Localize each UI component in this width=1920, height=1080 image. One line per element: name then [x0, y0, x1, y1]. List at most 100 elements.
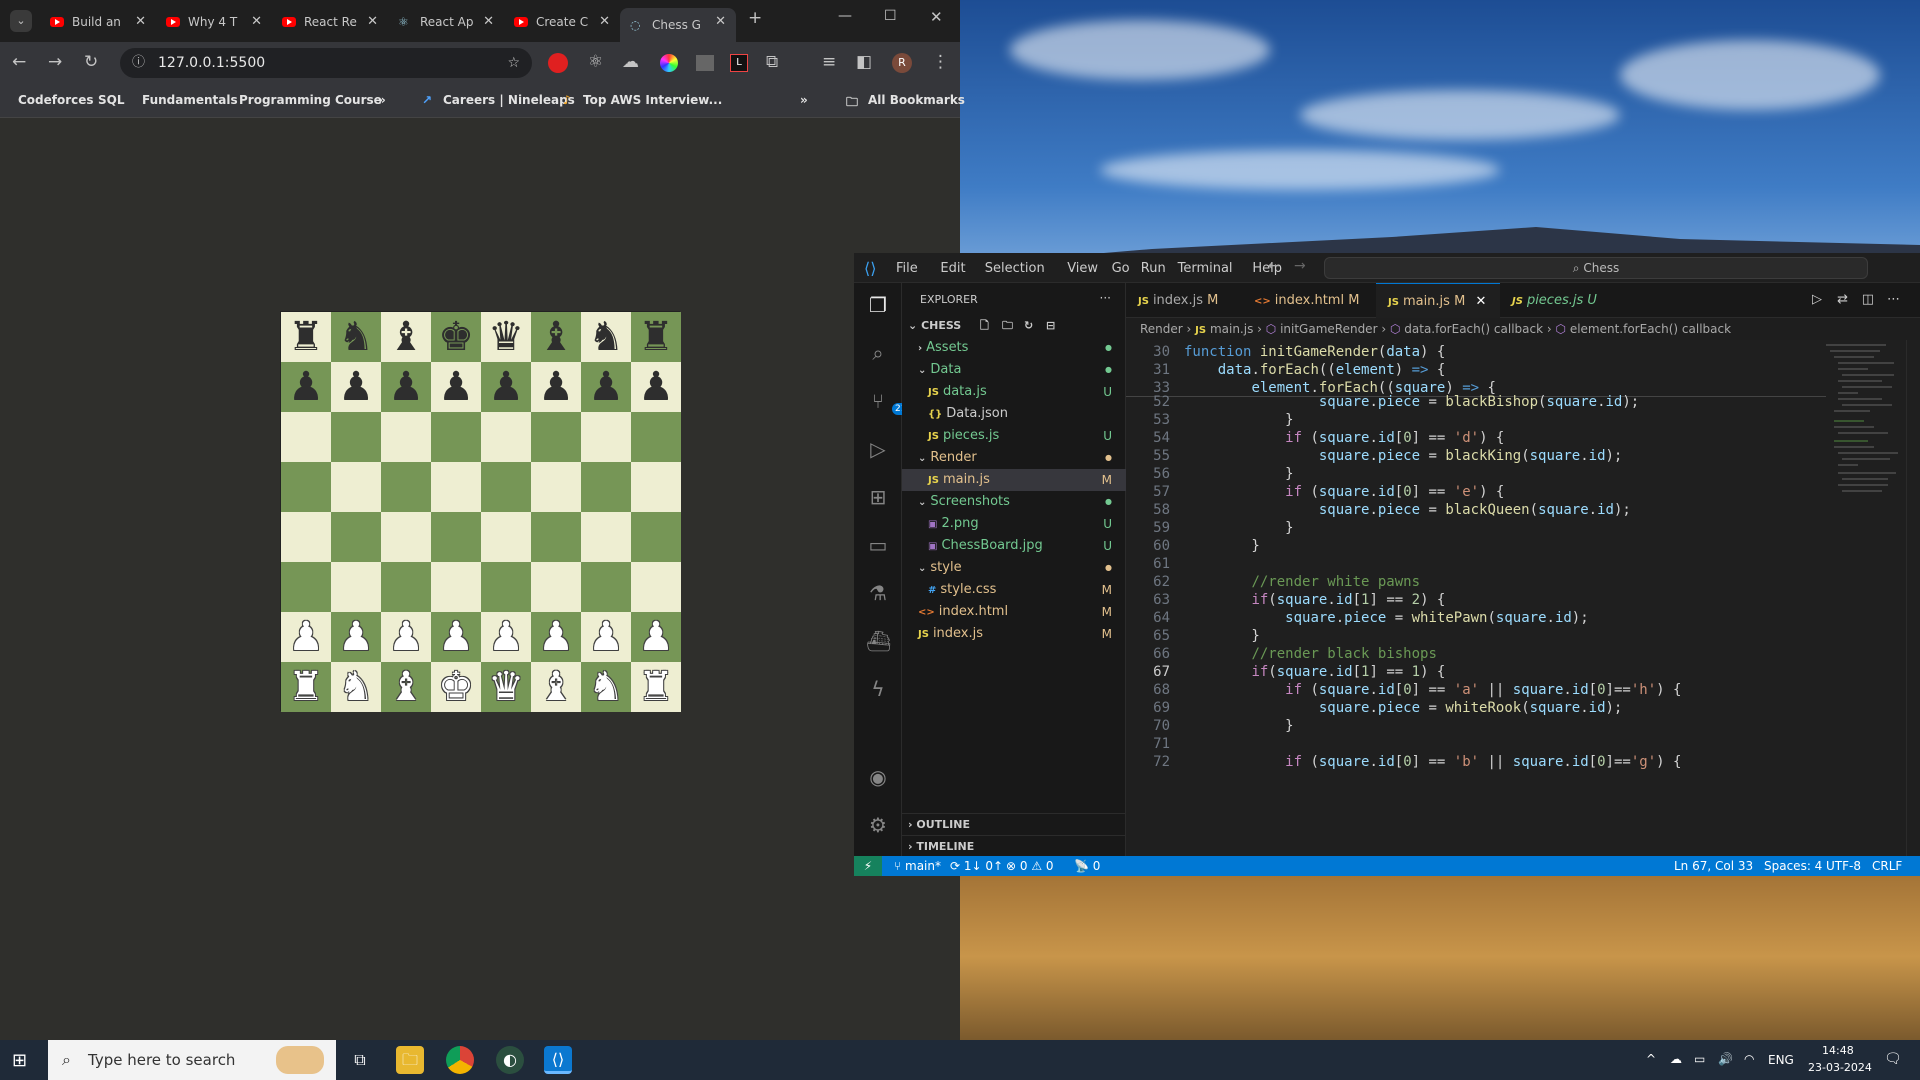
back-icon[interactable]: ← [12, 52, 26, 72]
code-line[interactable]: } [1184, 628, 1259, 644]
more-menu-icon[interactable]: ⋮ [932, 52, 949, 72]
board-square[interactable] [431, 562, 481, 612]
code-line[interactable]: if(square.id[1] == 2) { [1184, 592, 1445, 608]
extension-color-icon[interactable] [660, 54, 678, 72]
code-line[interactable]: square.piece = whitePawn(square.id); [1184, 610, 1589, 626]
code-line[interactable]: //render white pawns [1184, 574, 1420, 590]
board-square[interactable]: ♟ [431, 612, 481, 662]
menu-terminal[interactable]: Terminal [1178, 261, 1233, 276]
new-folder-icon[interactable]: 🗀 [1002, 315, 1013, 337]
bookmark-fundamentals[interactable]: Fundamentals [142, 93, 238, 107]
problems-indicator[interactable]: ⊗ 0 ⚠ 0 [1006, 856, 1054, 876]
chess-piece[interactable]: ♝ [538, 317, 574, 357]
explorer-icon[interactable]: ❐ [866, 293, 890, 317]
chess-piece[interactable]: ♞ [338, 667, 374, 707]
run-file-icon[interactable]: ▷ [1812, 292, 1822, 307]
board-square[interactable] [481, 512, 531, 562]
maximize-icon[interactable]: ☐ [884, 8, 897, 24]
breadcrumb-function[interactable]: initGameRender [1280, 322, 1377, 336]
vertical-scrollbar[interactable] [1906, 340, 1920, 856]
board-square[interactable]: ♟ [481, 612, 531, 662]
board-square[interactable]: ♟ [331, 362, 381, 412]
sticky-scroll-line[interactable]: data.forEach((element) => { [1184, 362, 1446, 378]
board-square[interactable] [481, 562, 531, 612]
board-square[interactable]: ♚ [431, 662, 481, 712]
board-square[interactable]: ♜ [281, 662, 331, 712]
chess-piece[interactable]: ♟ [388, 367, 424, 407]
accounts-icon[interactable]: ◉ [866, 765, 890, 789]
board-square[interactable]: ♝ [381, 312, 431, 362]
board-square[interactable] [481, 462, 531, 512]
board-square[interactable] [431, 512, 481, 562]
code-editor[interactable]: 30 function initGameRender(data) {31 data… [1126, 340, 1920, 856]
nav-back-icon[interactable]: ← [1268, 258, 1280, 274]
close-tab-icon[interactable]: ✕ [251, 14, 262, 29]
chess-piece[interactable]: ♟ [638, 617, 674, 657]
board-square[interactable]: ♟ [481, 362, 531, 412]
code-line[interactable]: square.piece = blackKing(square.id); [1184, 448, 1623, 464]
board-square[interactable] [631, 512, 681, 562]
task-view-icon[interactable]: ⧉ [346, 1046, 374, 1074]
chess-piece[interactable]: ♟ [588, 367, 624, 407]
forward-icon[interactable]: → [48, 52, 62, 72]
chess-piece[interactable]: ♜ [288, 317, 324, 357]
tab-search-icon[interactable]: ⌄ [10, 10, 32, 32]
tree-file[interactable]: JS main.js M [902, 469, 1126, 491]
sticky-scroll-line[interactable]: function initGameRender(data) { [1184, 344, 1445, 360]
vscode-taskbar-icon[interactable]: ⟨⟩ [544, 1046, 572, 1074]
manage-gear-icon[interactable]: ⚙ [866, 813, 890, 837]
board-square[interactable]: ♝ [531, 312, 581, 362]
chess-piece[interactable]: ♚ [438, 667, 474, 707]
cursor-position[interactable]: Ln 67, Col 33 [1674, 856, 1753, 876]
line-endings[interactable]: CRLF [1872, 856, 1902, 876]
board-square[interactable] [531, 512, 581, 562]
language-indicator[interactable]: ENG [1768, 1053, 1794, 1067]
sync-indicator[interactable]: ⟳ 1↓ 0↑ [950, 856, 1003, 876]
extensions-icon[interactable]: ⊞ [866, 485, 890, 509]
bookmark-top-aws-interview[interactable]: Top AWS Interview... [583, 93, 722, 107]
board-square[interactable]: ♟ [531, 362, 581, 412]
board-square[interactable] [281, 412, 331, 462]
board-square[interactable] [331, 562, 381, 612]
tree-file[interactable]: <> index.html M [902, 601, 1126, 623]
close-tab-icon[interactable]: ✕ [367, 14, 378, 29]
tree-file[interactable]: JS index.js M [902, 623, 1126, 645]
volume-icon[interactable]: 🔊 [1718, 1052, 1733, 1066]
side-panel-icon[interactable]: ◧ [856, 52, 872, 72]
board-square[interactable] [581, 462, 631, 512]
menu-file[interactable]: File [896, 261, 918, 276]
close-window-icon[interactable]: ✕ [930, 8, 943, 26]
chess-piece[interactable]: ♝ [388, 317, 424, 357]
board-square[interactable] [631, 412, 681, 462]
code-line[interactable]: } [1184, 412, 1293, 428]
bookmark-sql[interactable]: SQL [98, 93, 125, 107]
source-control-icon[interactable]: ⑂ 21 [866, 389, 910, 415]
board-square[interactable] [381, 562, 431, 612]
extension-react-icon[interactable]: ⚛ [588, 52, 603, 72]
code-line[interactable]: } [1184, 520, 1293, 536]
app-icon[interactable]: ◐ [496, 1046, 524, 1074]
menu-selection[interactable]: Selection [985, 261, 1045, 276]
board-square[interactable]: ♚ [431, 312, 481, 362]
chess-piece[interactable]: ♛ [488, 667, 524, 707]
encoding[interactable]: UTF-8 [1826, 856, 1861, 876]
board-square[interactable]: ♟ [331, 612, 381, 662]
bookmark-codeforces[interactable]: Codeforces [18, 93, 94, 107]
extension-cloud-icon[interactable]: ☁ [622, 52, 639, 72]
board-square[interactable]: ♟ [381, 612, 431, 662]
minimize-icon[interactable]: — [838, 8, 852, 24]
docker-icon[interactable]: ⛴ [866, 629, 891, 653]
reload-icon[interactable]: ↻ [84, 52, 98, 72]
bookmark-star-icon[interactable]: ☆ [507, 48, 520, 78]
clock-date[interactable]: 23-03-2024 [1808, 1061, 1872, 1074]
chess-piece[interactable]: ♟ [338, 617, 374, 657]
indentation[interactable]: Spaces: 4 [1764, 856, 1822, 876]
nav-forward-icon[interactable]: → [1294, 258, 1306, 274]
chess-piece[interactable]: ♛ [488, 317, 524, 357]
board-square[interactable] [531, 562, 581, 612]
refresh-icon[interactable]: ↻ [1024, 315, 1033, 337]
board-square[interactable]: ♞ [581, 662, 631, 712]
code-line[interactable]: } [1184, 718, 1293, 734]
board-square[interactable]: ♟ [581, 612, 631, 662]
extension-screen-icon[interactable] [696, 55, 714, 71]
